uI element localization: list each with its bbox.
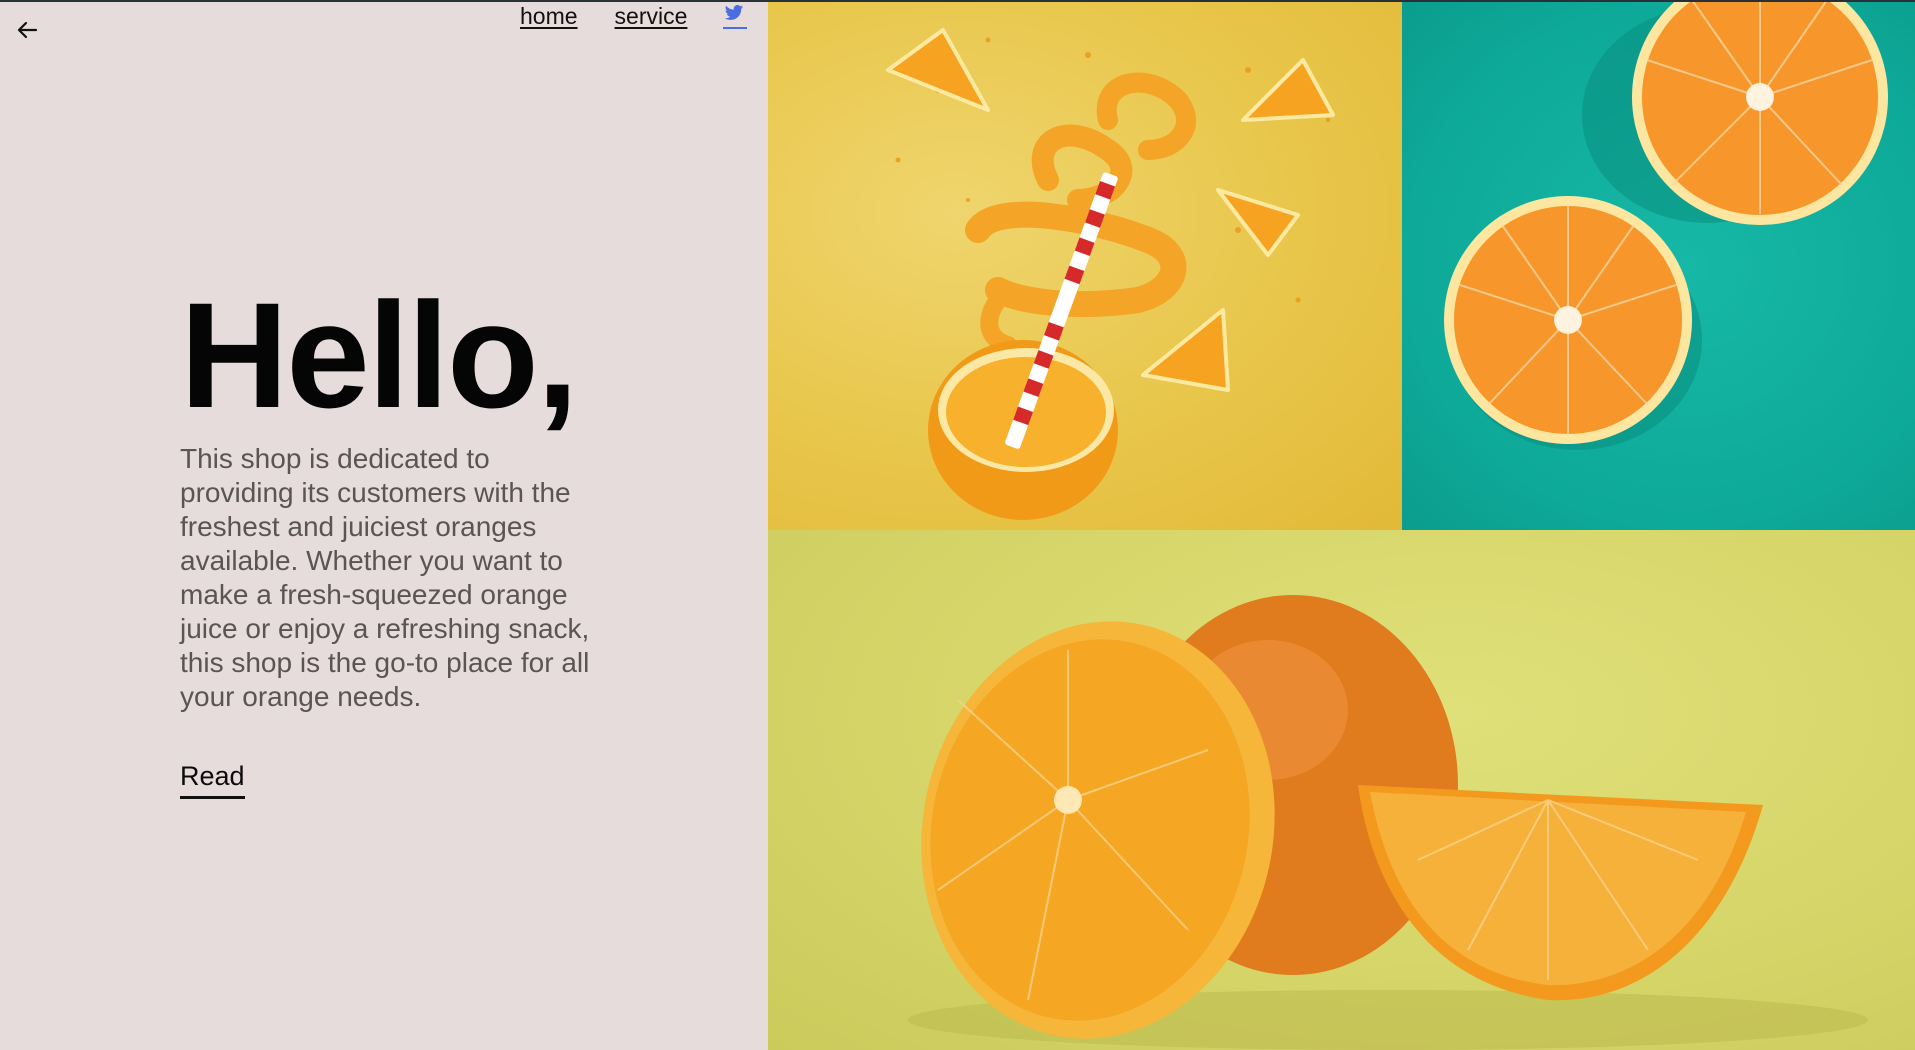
image-oranges-closeup: [768, 530, 1915, 1050]
top-border: [0, 0, 1915, 2]
intro-panel: home service Hello, This shop is dedicat…: [0, 0, 768, 1050]
page: home service Hello, This shop is dedicat…: [0, 0, 1915, 1050]
read-button[interactable]: Read: [180, 760, 245, 799]
twitter-link[interactable]: [723, 3, 748, 29]
back-button[interactable]: [14, 18, 42, 42]
arrow-left-icon: [17, 21, 38, 39]
nav-link-home[interactable]: home: [520, 3, 578, 29]
twitter-icon: [725, 5, 744, 20]
image-orange-with-straw: [768, 0, 1402, 530]
top-nav: home service: [520, 3, 748, 29]
hero-title: Hello,: [180, 271, 578, 439]
nav-link-service[interactable]: service: [615, 3, 688, 29]
image-orange-halves-teal: [1402, 0, 1915, 530]
hero-description: This shop is dedicated to providing its …: [180, 443, 590, 712]
